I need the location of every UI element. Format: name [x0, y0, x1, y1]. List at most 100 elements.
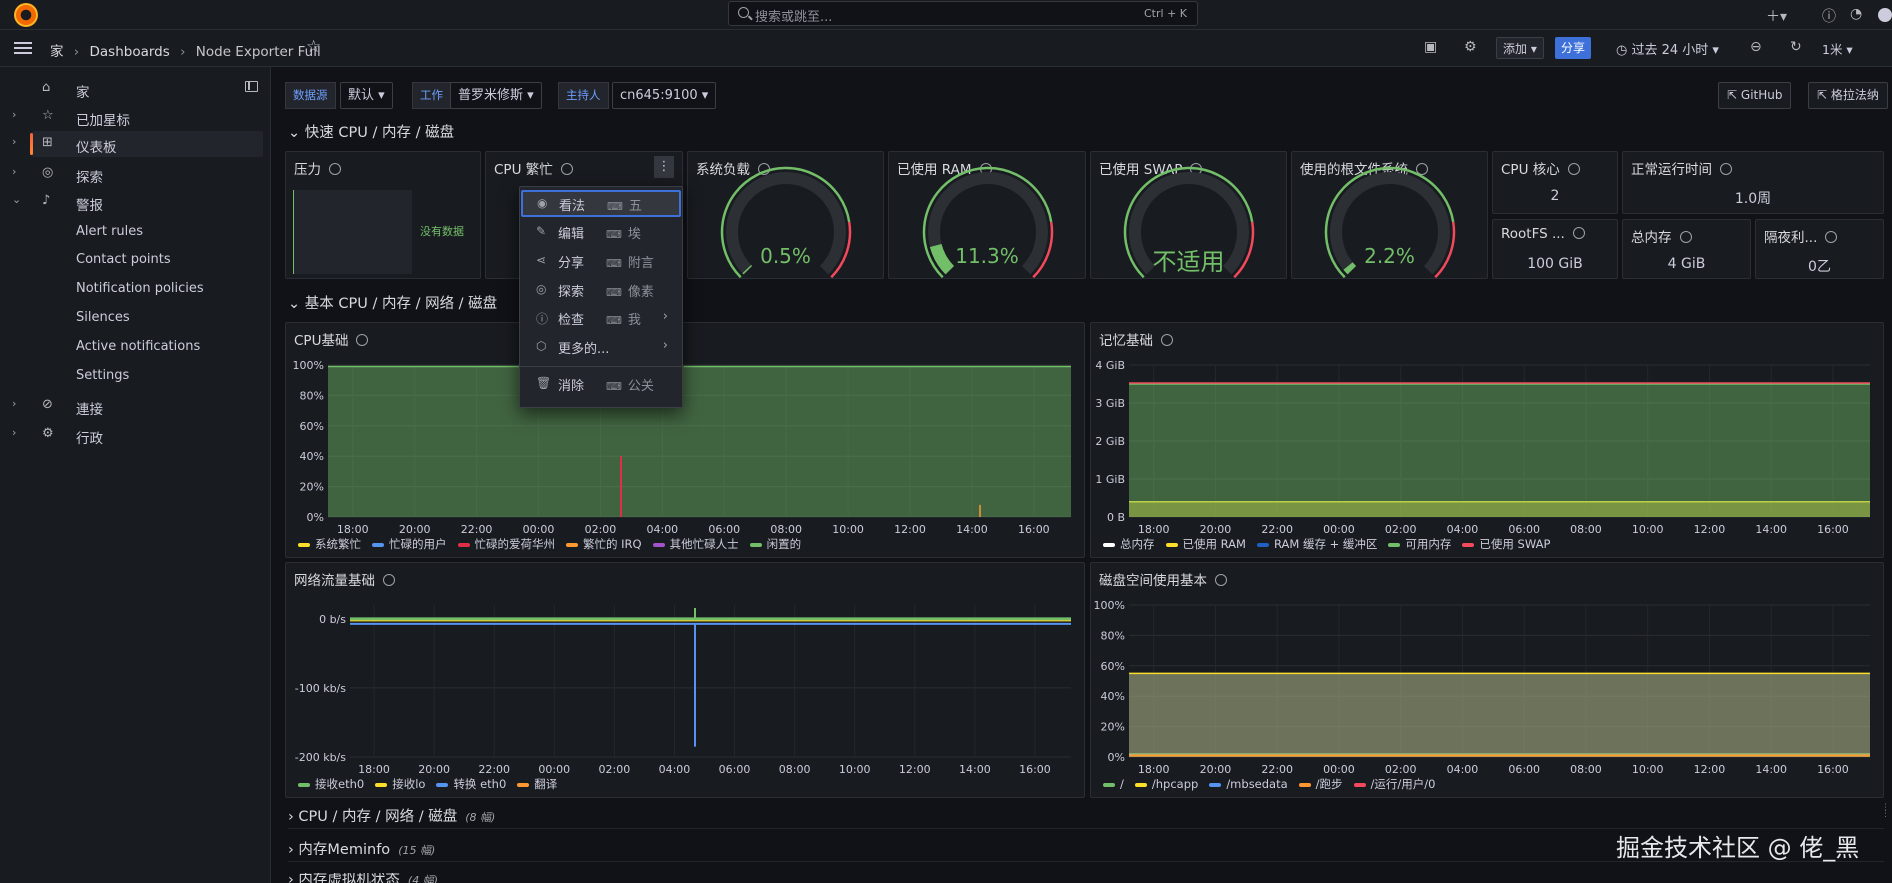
legend-item[interactable]: 接收eth0	[298, 777, 364, 791]
zoom-out-icon[interactable]: ⊖	[1750, 39, 1762, 55]
breadcrumb-home[interactable]: 家	[50, 44, 64, 60]
chevron-right-icon[interactable]: ›	[12, 135, 16, 148]
menu-item-view[interactable]: ◉ 看法 五	[521, 190, 681, 217]
avatar[interactable]	[1878, 8, 1892, 22]
search-input[interactable]: 搜索或跳至... Ctrl + K	[728, 1, 1198, 26]
panel-ram-used[interactable]: 已使用 RAM 11.3%	[888, 151, 1086, 279]
legend-item[interactable]: /	[1103, 777, 1124, 791]
breadcrumb-dashboards[interactable]: Dashboards	[90, 44, 170, 60]
info-icon[interactable]	[560, 163, 573, 175]
chevron-right-icon[interactable]: ›	[12, 397, 16, 410]
save-icon[interactable]: ▣	[1424, 39, 1437, 55]
legend-item[interactable]: 接收lo	[375, 777, 425, 791]
sidebar-item-dashboards[interactable]: › ⊞ 仪表板	[12, 131, 263, 157]
time-picker[interactable]: ◷ 过去 24 小时 ▾	[1616, 39, 1719, 58]
legend-item[interactable]: RAM 缓存 + 缓冲区	[1256, 537, 1377, 551]
legend-item[interactable]: /运行/用户/0	[1353, 777, 1436, 791]
legend-item[interactable]: 已使用 SWAP	[1462, 537, 1550, 551]
info-icon[interactable]	[1567, 163, 1580, 175]
panel-rootfs-used[interactable]: 使用的根文件系统 2.2%	[1291, 151, 1488, 279]
panel-swap-used[interactable]: 已使用 SWAP 不适用	[1090, 151, 1287, 279]
rss-icon[interactable]: ◔	[1850, 6, 1862, 22]
sidebar-sub-silences[interactable]: Silences	[76, 310, 130, 325]
gear-icon[interactable]: ⚙	[1464, 39, 1477, 55]
sidebar-sub-alert-rules[interactable]: Alert rules	[76, 224, 143, 239]
github-link-button[interactable]: ⇱ GitHub	[1718, 82, 1792, 109]
sidebar-item-explore[interactable]: › ◎ 探索	[0, 161, 271, 187]
panel-system-load[interactable]: 系统负载 0.5%	[687, 151, 884, 279]
panel-cpu-basic[interactable]: CPU基础 100% 80% 60% 40% 20% 0% 18:00 20:00 22:00 0…	[285, 322, 1085, 558]
star-icon[interactable]: ☆	[306, 37, 321, 57]
panel-disk-basic[interactable]: 磁盘空间使用基本 100% 80% 60% 40% 20% 0% 18:00 20:00 22:…	[1090, 562, 1884, 798]
menu-item-remove[interactable]: 🗑 消除 公关	[520, 370, 684, 397]
legend-item[interactable]: 忙碌的爱荷华州	[457, 537, 555, 551]
chart-legend: 系统繁忙 忙碌的用户 忙碌的爱荷华州 繁忙的 IRQ 其他忙碌人士 闲置的	[298, 536, 812, 552]
legend-item[interactable]: 忙碌的用户	[372, 537, 447, 551]
panel-network-basic[interactable]: 网络流量基础 0 b/s -100 kb/s -200 kb/s 18:00 20:00…	[285, 562, 1085, 798]
chevron-right-icon[interactable]: ›	[12, 165, 16, 178]
legend-item[interactable]: 已使用 RAM	[1165, 537, 1246, 551]
menu-item-edit[interactable]: ✎ 编辑 埃	[520, 218, 684, 245]
sidebar-item-connections[interactable]: › ⊘ 連接	[0, 393, 271, 419]
menu-item-explore[interactable]: ◎ 探索 像素	[520, 276, 684, 303]
refresh-icon[interactable]: ↻	[1790, 39, 1802, 55]
legend-swatch	[372, 542, 384, 547]
row-vmstat[interactable]: › 内存虚拟机状态 (4 幅)	[288, 873, 1884, 883]
var-job-select[interactable]: 普罗米修斯 ▾	[450, 82, 542, 109]
chevron-right-icon[interactable]: ›	[12, 426, 16, 439]
resize-handle-icon[interactable]: ⋮⋮⋮⋮	[1881, 804, 1892, 819]
var-datasource-select[interactable]: 默认 ▾	[340, 82, 393, 109]
plus-icon[interactable]: ＋▾	[1766, 6, 1787, 26]
sidebar-sub-contact-points[interactable]: Contact points	[76, 252, 171, 267]
legend-item[interactable]: 系统繁忙	[298, 537, 361, 551]
legend-item[interactable]: /hpcapp	[1134, 777, 1198, 791]
panel-uptime[interactable]: 正常运行时间 1.0周	[1622, 151, 1884, 214]
menu-item-inspect[interactable]: ⓘ 检查 我 ›	[520, 304, 684, 331]
panel-cpu-cores[interactable]: CPU 核心 2	[1492, 151, 1618, 214]
var-host-select[interactable]: cn645:9100 ▾	[612, 82, 717, 109]
panel-ram-total[interactable]: 总内存 4 GiB	[1622, 219, 1751, 279]
legend-item[interactable]: /跑步	[1298, 777, 1343, 791]
panel-rootfs-total[interactable]: RootFS ... 100 GiB	[1492, 219, 1618, 279]
sidebar-item-home[interactable]: ⌂ 家	[0, 76, 271, 102]
sidebar-item-alerting[interactable]: ⌄ ♪ 警报	[0, 189, 271, 215]
legend-item[interactable]: 转换 eth0	[436, 777, 506, 791]
chevron-down-icon[interactable]: ⌄	[12, 193, 21, 206]
chevron-right-icon[interactable]: ›	[12, 108, 16, 121]
panel-memory-basic[interactable]: 记忆基础 4 GiB 3 GiB 2 GiB 1 GiB 0 B 18:00 20:00 22…	[1090, 322, 1884, 558]
refresh-interval[interactable]: 1米 ▾	[1822, 39, 1853, 58]
sidebar-sub-notification-policies[interactable]: Notification policies	[76, 281, 204, 296]
stat-value: 100 GiB	[1527, 256, 1583, 272]
menu-icon[interactable]	[14, 42, 32, 44]
info-icon[interactable]	[329, 163, 341, 175]
row-quick[interactable]: ⌄ 快速 CPU / 内存 / 磁盘	[288, 121, 454, 142]
share-button[interactable]: 分享	[1555, 37, 1592, 59]
legend-item[interactable]: 可用内存	[1388, 537, 1451, 551]
menu-item-more[interactable]: ⬡ 更多的... ›	[520, 333, 684, 360]
info-icon[interactable]	[1679, 231, 1692, 243]
sidebar-sub-active-notifications[interactable]: Active notifications	[76, 339, 200, 354]
sidebar-item-admin[interactable]: › ⚙ 行政	[0, 422, 271, 448]
panel-swap-total[interactable]: 隔夜利... 0乙	[1755, 219, 1884, 279]
x-tick-label: 22:00	[461, 523, 493, 536]
sidebar-sub-settings[interactable]: Settings	[76, 368, 129, 383]
legend-item[interactable]: 繁忙的 IRQ	[566, 537, 642, 551]
info-icon[interactable]	[1720, 163, 1732, 175]
row-cpu-mem-net[interactable]: › CPU / 内存 / 网络 / 磁盘 (8 幅)	[288, 805, 1884, 829]
sidebar-item-starred[interactable]: › ☆ 已加星标	[0, 104, 271, 130]
legend-item[interactable]: 翻译	[517, 777, 557, 791]
info-icon[interactable]	[1825, 231, 1838, 243]
help-icon[interactable]: ⓘ	[1822, 6, 1836, 26]
legend-item[interactable]: 其他忙碌人士	[652, 537, 739, 551]
grafana-logo-icon[interactable]	[14, 3, 38, 27]
legend-item[interactable]: /mbsedata	[1209, 777, 1288, 791]
menu-item-share[interactable]: ⋖ 分享 附言	[520, 247, 684, 274]
grafana-link-button[interactable]: ⇱ 格拉法纳	[1808, 82, 1888, 109]
add-button[interactable]: 添加 ▾	[1496, 37, 1544, 59]
legend-item[interactable]: 总内存	[1103, 537, 1155, 551]
panel-pressure[interactable]: 压力 没有数据	[285, 151, 481, 279]
row-basic[interactable]: ⌄ 基本 CPU / 内存 / 网络 / 磁盘	[288, 292, 497, 313]
info-icon[interactable]	[1572, 227, 1585, 239]
legend-item[interactable]: 闲置的	[749, 537, 801, 551]
panel-menu-icon[interactable]: ⋮	[654, 156, 674, 178]
